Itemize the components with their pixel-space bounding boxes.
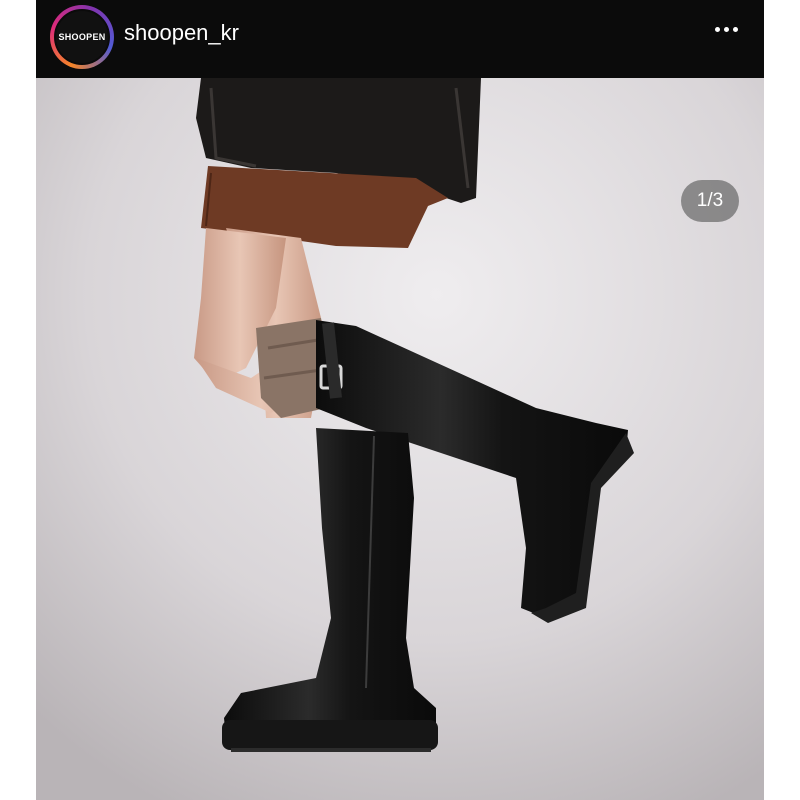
post-image[interactable]: 1/3 bbox=[36, 78, 764, 800]
standing-boot-sole bbox=[222, 720, 438, 750]
boots-photo bbox=[36, 78, 764, 800]
dot bbox=[733, 27, 738, 32]
avatar[interactable]: SHOOPEN bbox=[54, 9, 110, 65]
slouch-sock bbox=[256, 318, 326, 418]
username[interactable]: shoopen_kr bbox=[124, 19, 239, 47]
avatar-logo-text: SHOOPEN bbox=[58, 32, 106, 42]
dot bbox=[724, 27, 729, 32]
more-options-icon[interactable] bbox=[715, 27, 738, 32]
dot bbox=[715, 27, 720, 32]
instagram-post: SHOOPEN shoopen_kr 1/3 bbox=[36, 0, 764, 800]
story-ring[interactable]: SHOOPEN bbox=[50, 5, 114, 69]
post-header: SHOOPEN shoopen_kr bbox=[36, 0, 764, 78]
carousel-counter: 1/3 bbox=[681, 180, 739, 222]
